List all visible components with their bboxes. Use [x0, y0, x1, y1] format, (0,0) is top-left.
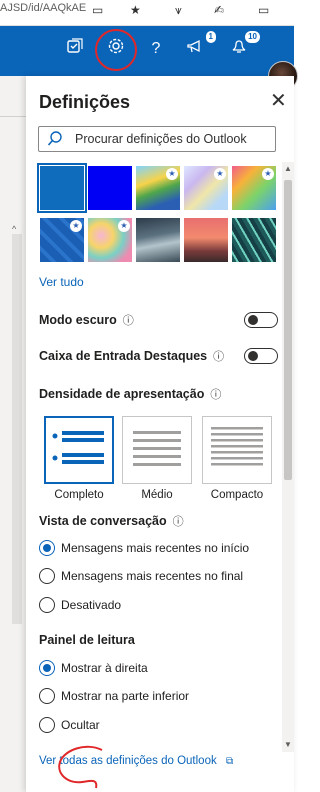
info-icon[interactable]: ⓘ — [213, 351, 224, 363]
close-icon[interactable]: ✕ — [270, 88, 287, 113]
help-icon[interactable]: ? — [143, 37, 169, 61]
reader-mode-icon[interactable]: ▭ — [92, 3, 103, 17]
density-row: Densidade de apresentação ⓘ — [39, 386, 221, 402]
feedback-badge: 10 — [245, 31, 260, 43]
density-medium-label: Médio — [141, 489, 173, 501]
info-icon[interactable]: ⓘ — [210, 389, 221, 401]
scroll-up-icon[interactable]: ^ — [12, 224, 16, 234]
density-compact-option[interactable] — [202, 416, 272, 484]
star-icon: ★ — [262, 168, 274, 180]
red-annotation-circle — [95, 29, 137, 71]
star-icon: ★ — [214, 168, 226, 180]
conversation-view-row: Vista de conversação ⓘ — [39, 513, 184, 529]
info-icon[interactable]: ⓘ — [123, 315, 134, 327]
panel-scrollbar[interactable]: ▲ ▼ — [282, 162, 294, 752]
settings-search-input[interactable]: Procurar definições do Outlook — [38, 126, 276, 152]
reading-pane-label: Painel de leitura — [39, 633, 135, 647]
density-medium-option[interactable] — [122, 416, 192, 484]
favorite-icon[interactable]: ★ — [130, 3, 141, 17]
search-placeholder: Procurar definições do Outlook — [75, 132, 247, 146]
density-medium-icon — [133, 431, 181, 466]
reading-pane-row: Painel de leitura — [39, 633, 135, 647]
theme-landscape[interactable]: ★ — [136, 166, 180, 210]
conversation-view-label: Vista de conversação — [39, 514, 167, 528]
background-scrollbar[interactable] — [12, 234, 22, 624]
search-icon — [47, 131, 62, 146]
star-icon: ★ — [118, 220, 130, 232]
focused-inbox-row: Caixa de Entrada Destaques ⓘ — [39, 348, 224, 364]
page-title: Definições — [39, 92, 131, 112]
outlook-header-bar: ? 1 10 — [0, 26, 298, 91]
radio-selected[interactable] — [39, 540, 55, 556]
tab-actions-icon[interactable]: ▭ — [258, 3, 269, 17]
address-bar-text[interactable]: AJSD/id/AAQkAE — [0, 2, 86, 14]
focused-inbox-label: Caixa de Entrada Destaques — [39, 349, 208, 363]
see-all-themes-link[interactable]: Ver tudo — [39, 275, 84, 289]
collections-icon[interactable]: ⩛ — [175, 3, 182, 18]
density-label: Densidade de apresentação — [39, 387, 205, 401]
theme-colorful[interactable]: ★ — [88, 218, 132, 262]
radio-unselected[interactable] — [39, 568, 55, 584]
theme-rainbow[interactable]: ★ — [232, 166, 276, 210]
open-external-icon: ⧉ — [225, 756, 234, 767]
density-compact-icon — [211, 427, 263, 466]
theme-blue-pattern[interactable]: ★ — [40, 218, 84, 262]
theme-ribbons[interactable]: ★ — [184, 166, 228, 210]
theme-circuit[interactable] — [232, 218, 276, 262]
background-mail-list: ^ — [0, 76, 26, 792]
megaphone-badge: 1 — [205, 31, 216, 43]
star-icon: ★ — [70, 220, 82, 232]
dark-mode-row: Modo escuro ⓘ — [39, 312, 134, 328]
radio-unselected[interactable] — [39, 717, 55, 733]
theme-palms[interactable] — [184, 218, 228, 262]
theme-bright-blue[interactable] — [88, 166, 132, 210]
theme-blue-selected[interactable] — [37, 163, 87, 213]
radio-selected[interactable] — [39, 660, 55, 676]
settings-panel: Definições ✕ Procurar definições do Outl… — [26, 76, 294, 792]
theme-mountains[interactable] — [136, 218, 180, 262]
feedback-icon[interactable]: 10 — [226, 31, 260, 62]
megaphone-icon[interactable]: 1 — [182, 31, 216, 62]
star-icon: ★ — [166, 168, 178, 180]
radio-unselected[interactable] — [39, 597, 55, 613]
info-icon[interactable]: ⓘ — [173, 516, 184, 528]
dark-mode-toggle[interactable] — [244, 312, 278, 328]
reading-list-icon[interactable]: ✍ — [214, 3, 224, 17]
browser-toolbar: AJSD/id/AAQkAE ▭ ★ ⩛ ✍ ▭ — [0, 0, 294, 26]
dark-mode-label: Modo escuro — [39, 313, 117, 327]
density-compact-label: Compacto — [210, 489, 264, 501]
density-full-option[interactable] — [44, 416, 114, 484]
radio-unselected[interactable] — [39, 688, 55, 704]
my-day-icon[interactable] — [62, 37, 88, 62]
density-full-label: Completo — [54, 489, 104, 501]
density-full-icon — [52, 431, 104, 464]
focused-inbox-toggle[interactable] — [244, 348, 278, 364]
red-annotation-scribble — [58, 745, 103, 789]
